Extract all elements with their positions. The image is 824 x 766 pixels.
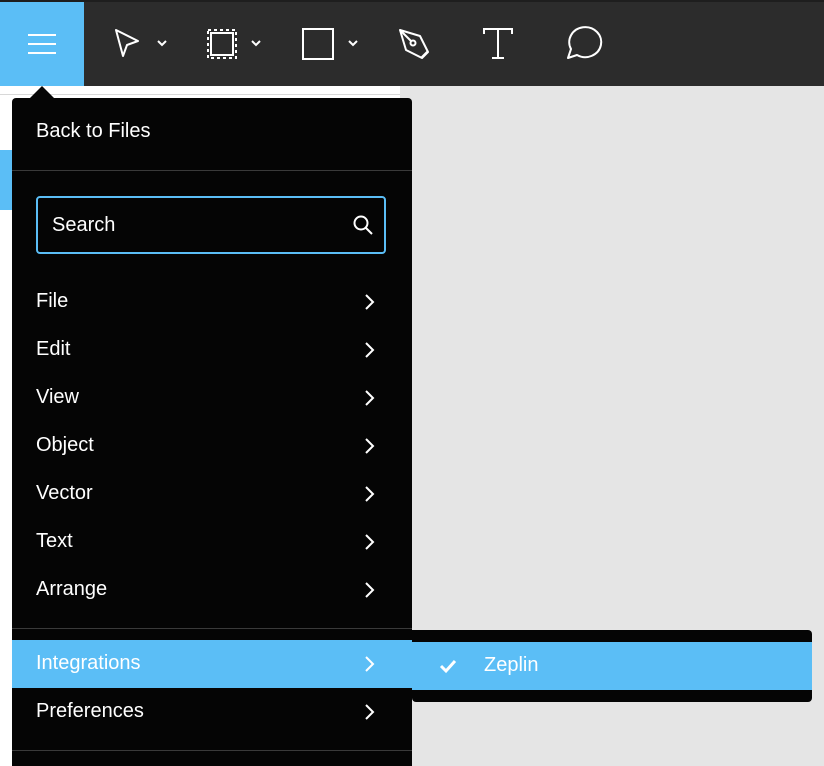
panel-divider	[0, 94, 400, 95]
chevron-right-icon	[365, 438, 375, 454]
pen-tool-icon	[399, 29, 429, 59]
menu-item-label: Text	[36, 530, 73, 552]
menu-item-edit[interactable]: Edit	[12, 326, 412, 374]
menu-item-label: View	[36, 386, 79, 408]
menu-item-arrange[interactable]: Arrange	[12, 566, 412, 614]
menu-item-label: Arrange	[36, 578, 108, 600]
menu-icon	[28, 34, 56, 54]
move-tool-button[interactable]	[108, 2, 172, 86]
rectangle-tool-icon	[302, 28, 358, 60]
menu-caret	[30, 86, 54, 98]
menu-divider	[12, 750, 412, 751]
toolbar	[0, 0, 824, 86]
main-menu-button[interactable]	[0, 2, 84, 86]
main-menu-dropdown: Back to Files File Edit View Object Vect…	[12, 98, 412, 766]
rectangle-tool-button[interactable]	[296, 2, 366, 86]
menu-item-integrations[interactable]: Integrations	[12, 640, 412, 688]
menu-item-label: Integrations	[36, 652, 141, 674]
comment-tool-icon	[567, 26, 603, 59]
menu-item-text[interactable]: Text	[12, 518, 412, 566]
menu-item-label: File	[36, 290, 69, 312]
submenu-item-zeplin[interactable]: Zeplin	[412, 642, 812, 690]
menu-item-label: Preferences	[36, 700, 144, 722]
back-to-files-item[interactable]: Back to Files	[12, 98, 412, 170]
search-icon	[353, 215, 373, 235]
menu-item-preferences[interactable]: Preferences	[12, 688, 412, 736]
text-tool-icon	[483, 28, 513, 59]
checkmark-icon	[439, 659, 457, 674]
menu-item-label: Edit	[36, 338, 71, 360]
submenu-item-label: Zeplin	[484, 654, 539, 676]
frame-tool-icon	[207, 29, 261, 59]
chevron-right-icon	[365, 342, 375, 358]
menu-search-input[interactable]	[52, 198, 342, 252]
chevron-right-icon	[365, 656, 375, 672]
pen-tool-button[interactable]	[394, 2, 438, 86]
text-tool-button[interactable]	[478, 2, 518, 86]
comment-tool-button[interactable]	[560, 2, 604, 86]
menu-item-vector[interactable]: Vector	[12, 470, 412, 518]
menu-item-label: Vector	[36, 482, 93, 504]
selected-layer-highlight	[0, 150, 12, 210]
menu-item-object[interactable]: Object	[12, 422, 412, 470]
move-tool-icon	[115, 29, 167, 57]
menu-divider	[12, 170, 412, 171]
frame-tool-button[interactable]	[200, 2, 270, 86]
chevron-right-icon	[365, 294, 375, 310]
chevron-right-icon	[365, 534, 375, 550]
chevron-right-icon	[365, 704, 375, 720]
menu-item-view[interactable]: View	[12, 374, 412, 422]
chevron-right-icon	[365, 582, 375, 598]
menu-search-box[interactable]	[36, 196, 386, 254]
integrations-submenu: Zeplin	[412, 630, 812, 702]
chevron-right-icon	[365, 486, 375, 502]
back-to-files-label: Back to Files	[36, 120, 151, 142]
menu-item-file[interactable]: File	[12, 278, 412, 326]
menu-divider	[12, 628, 412, 629]
menu-item-label: Object	[36, 434, 94, 456]
chevron-right-icon	[365, 390, 375, 406]
